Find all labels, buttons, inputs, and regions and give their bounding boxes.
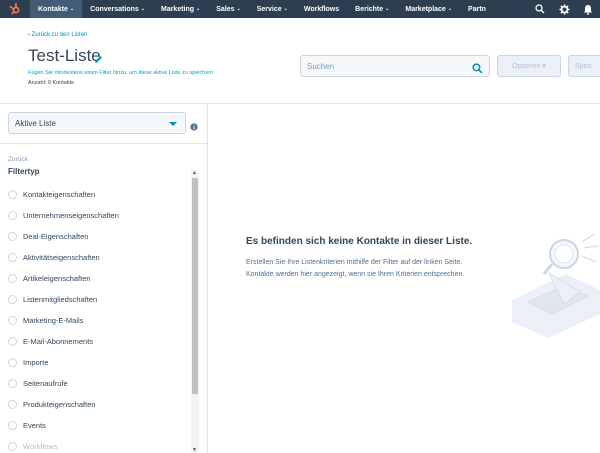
nav-utilities [528,0,600,18]
filter-label: Importe [23,358,49,367]
radio-button[interactable] [8,232,17,241]
info-icon[interactable] [190,118,198,136]
filter-option[interactable]: Workflows [0,436,190,453]
nav-item-berichte[interactable]: Berichte ⌄ [347,0,397,18]
filter-label: Marketing-E-Mails [23,316,84,325]
search-icon[interactable] [528,0,552,18]
filter-type-list: Kontakteigenschaften Unternehmenseigensc… [0,184,190,453]
search-input[interactable]: Suchen [300,55,490,77]
radio-button[interactable] [8,316,17,325]
filter-option[interactable]: Kontakteigenschaften [0,184,190,205]
filter-label: Events [23,421,46,430]
filter-label: Produkteigenschaften [23,400,96,409]
filter-label: Artikeleigenschaften [23,274,91,283]
caret-down-icon [169,122,177,126]
scroll-up-arrow-icon[interactable]: ▲ [192,170,197,176]
radio-button[interactable] [8,337,17,346]
page-title: Test-Liste [28,46,101,65]
scrollbar[interactable]: ▲ ▼ [191,170,199,453]
filter-option[interactable]: Aktivitätseigenschaften [0,247,190,268]
back-to-lists-link[interactable]: ‹ Zurück zu den Listen [28,32,87,38]
sprocket-logo-icon[interactable] [0,0,30,18]
radio-button[interactable] [8,400,17,409]
pencil-edit-icon[interactable] [94,51,103,69]
filter-option[interactable]: Artikeleigenschaften [0,268,190,289]
nav-item-sales[interactable]: Sales ⌄ [208,0,249,18]
filter-option[interactable]: Importe [0,352,190,373]
nav-item-conversations[interactable]: Conversations ⌄ [82,0,153,18]
radio-button[interactable] [8,358,17,367]
list-type-value: Aktive Liste [15,119,56,128]
magnifier-illustration-icon [508,232,600,347]
filter-option[interactable]: Marketing-E-Mails [0,310,190,331]
radio-button[interactable] [8,379,17,388]
filter-option[interactable]: Deal-Eigenschaften [0,226,190,247]
bell-icon[interactable] [576,0,600,18]
nav-item-partner[interactable]: Partn [460,0,494,18]
scrollbar-thumb[interactable] [192,178,198,394]
filter-label: Seitenaufrufe [23,379,68,388]
list-header: ‹ Zurück zu den Listen Test-Liste Fügen … [0,18,600,104]
radio-button[interactable] [8,442,17,451]
filter-label: E-Mail-Abonnements [23,337,94,346]
filter-option[interactable]: Unternehmenseigenschaften [0,205,190,226]
filter-option[interactable]: Listenmitgliedschaften [0,289,190,310]
nav-item-kontakte[interactable]: Kontakte ⌄ [30,0,83,18]
filter-sidebar: Aktive Liste Zurück Filtertyp Kontakteig… [0,104,208,453]
top-navigation: Kontakte ⌄ Conversations ⌄ Marketing ⌄ Sale… [0,0,600,18]
gear-icon[interactable] [552,0,576,18]
radio-button[interactable] [8,211,17,220]
empty-state-text: Erstellen Sie Ihre Listenkriterien mithi… [246,259,465,278]
search-icon[interactable] [472,61,483,79]
search-placeholder: Suchen [307,62,335,71]
radio-button[interactable] [8,190,17,199]
radio-button[interactable] [8,274,17,283]
contact-count: Anzahl: 0 Kontakte [28,80,75,86]
empty-state-title: Es befinden sich keine Kontakte in diese… [246,236,473,247]
filter-option[interactable]: Events [0,415,190,436]
radio-button[interactable] [8,295,17,304]
save-hint: Fügen Sie mindestens einen Filter hinzu,… [28,70,214,76]
filter-option[interactable]: E-Mail-Abonnements [0,331,190,352]
filter-label: Unternehmenseigenschaften [23,211,119,220]
filter-option[interactable]: Produkteigenschaften [0,394,190,415]
nav-item-marketplace[interactable]: Marketplace ⌄ [397,0,460,18]
options-button[interactable]: Optionen ▾ [497,55,561,77]
filter-label: Kontakteigenschaften [23,190,96,199]
filter-label: Listenmitgliedschaften [23,295,98,304]
back-link[interactable]: Zurück [8,156,28,163]
list-type-bar: Aktive Liste [0,104,208,144]
nav-item-workflows[interactable]: Workflows [296,0,347,18]
filter-label: Aktivitätseigenschaften [23,253,100,262]
filter-option[interactable]: Seitenaufrufe [0,373,190,394]
filter-label: Workflows [23,442,58,451]
nav-item-marketing[interactable]: Marketing ⌄ [153,0,208,18]
scroll-down-arrow-icon[interactable]: ▼ [192,447,197,453]
list-type-select[interactable]: Aktive Liste [8,112,186,134]
filter-label: Deal-Eigenschaften [23,232,89,241]
nav-item-service[interactable]: Service ⌄ [249,0,296,18]
radio-button[interactable] [8,253,17,262]
save-button[interactable]: Speic [568,55,600,77]
filter-type-heading: Filtertyp [8,167,40,176]
radio-button[interactable] [8,421,17,430]
